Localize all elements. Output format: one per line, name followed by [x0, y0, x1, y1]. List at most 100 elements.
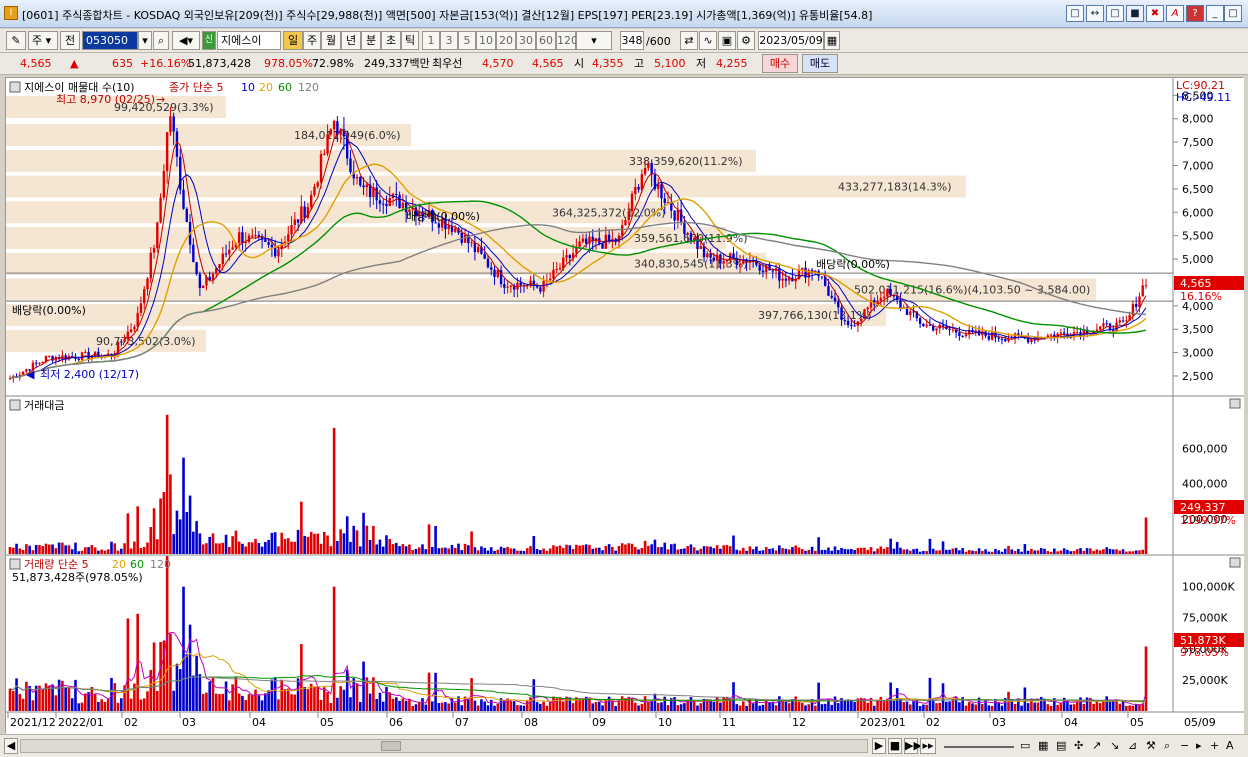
candle-body [496, 270, 499, 278]
market-select[interactable]: 주 ▾ [28, 31, 58, 50]
candle-body [48, 355, 51, 357]
scroll-left-icon[interactable]: ◀ [4, 738, 18, 754]
volume-pane-menu-icon[interactable] [9, 558, 21, 570]
stock-code-input[interactable]: 053050 [82, 31, 138, 50]
amount-bar [1138, 550, 1141, 554]
buy-button[interactable]: 매수 [762, 54, 798, 73]
volume-bar [1026, 703, 1030, 711]
speaker-icon[interactable]: ◀▾ [172, 31, 200, 50]
pin-icon[interactable]: ■ [1126, 5, 1144, 22]
fibonacci-icon[interactable]: ⊿ [1128, 738, 1137, 754]
volume-bar [11, 691, 15, 711]
zoom-slider[interactable] [944, 742, 1014, 748]
pen-icon[interactable]: ✎ [6, 31, 26, 50]
pane-menu-icon[interactable] [9, 81, 21, 93]
x-axis-label: 02 [926, 716, 940, 729]
fast-forward-icon[interactable]: ▶▶ [904, 738, 922, 754]
candle-body [1102, 323, 1105, 327]
amount-bar [159, 498, 162, 554]
volume-bar [525, 700, 529, 711]
settings-icon[interactable]: ⚙ [737, 31, 755, 50]
search-icon[interactable]: ⌕ [153, 31, 169, 50]
calendar-icon[interactable]: ▦ [824, 31, 840, 50]
volume-bar [290, 694, 293, 711]
help-icon[interactable]: ? [1186, 5, 1204, 22]
volume-bar [381, 701, 385, 711]
data-count-input[interactable]: 348 [620, 31, 644, 50]
font-icon[interactable]: A [1166, 5, 1184, 22]
layout-icon[interactable]: ▭ [1020, 738, 1030, 754]
amount-pane-menu-icon[interactable] [9, 399, 21, 411]
interval-1[interactable]: 1 [422, 31, 440, 50]
period-minute-tab[interactable]: 분 [361, 31, 381, 50]
interval-120[interactable]: 120 [556, 31, 578, 50]
volume-profile-label: 338,359,620(11.2%) [629, 155, 743, 168]
period-month-tab[interactable]: 월 [321, 31, 341, 50]
refresh-icon[interactable]: ⇄ [680, 31, 698, 50]
amount-pane-close-icon[interactable] [1229, 398, 1241, 409]
tools-icon[interactable]: ⚒ [1146, 738, 1156, 754]
volume-pane-close-icon[interactable] [1229, 557, 1241, 568]
indicator-icon[interactable]: ∿ [699, 31, 717, 50]
amount-bar [178, 519, 182, 554]
amount-bar [990, 551, 994, 554]
interval-10[interactable]: 10 [476, 31, 496, 50]
window-tile-icon[interactable]: □ [1106, 5, 1124, 22]
volume-bar [142, 698, 146, 711]
sell-button[interactable]: 매도 [802, 54, 838, 73]
maximize-button[interactable]: □ [1224, 5, 1242, 22]
toolbar: ✎ 주 ▾ 전 053050 ▾ ⌕ ◀▾ 신 지에스이 일 주 월 년 분 초… [0, 29, 1248, 53]
split-icon[interactable]: ▤ [1056, 738, 1066, 754]
scroll-track[interactable] [20, 739, 868, 753]
step-icon[interactable]: ▸▸ [920, 738, 936, 754]
amount-bar [51, 544, 54, 554]
period-day-tab[interactable]: 일 [283, 31, 303, 50]
link-icon[interactable]: ↔ [1086, 5, 1104, 22]
scroll-thumb[interactable] [381, 741, 401, 751]
interval-3[interactable]: 3 [440, 31, 458, 50]
period-week-tab[interactable]: 주 [303, 31, 321, 50]
interval-custom-select[interactable]: ▾ [576, 31, 612, 50]
volume-bar [427, 672, 431, 711]
amount-bar [70, 549, 74, 554]
cross-icon[interactable]: ✣ [1074, 738, 1083, 754]
interval-60[interactable]: 60 [536, 31, 556, 50]
draw-trend-icon[interactable]: ↘ [1110, 738, 1119, 754]
period-year-tab[interactable]: 년 [341, 31, 361, 50]
date-input[interactable]: 2023/05/09 [758, 31, 824, 50]
draw-line-icon[interactable]: ↗ [1092, 738, 1101, 754]
stop-icon[interactable]: ■ [888, 738, 902, 754]
amount-bar [948, 549, 951, 554]
price-tick-label: 6,000 [1182, 206, 1214, 219]
play-icon[interactable]: ▶ [872, 738, 886, 754]
candle-body [365, 184, 369, 188]
code-dropdown-icon[interactable]: ▾ [138, 31, 152, 50]
volume-bar [64, 687, 67, 711]
font-size-icon[interactable]: A [1226, 738, 1234, 754]
volume-bar [1144, 646, 1148, 711]
amount-bar [142, 546, 146, 554]
zoom-icon[interactable]: ⌕ [1164, 738, 1170, 754]
volume-bar [133, 683, 136, 711]
zoom-out-icon[interactable]: − [1180, 738, 1189, 754]
quote-bar: 4,565 ▲ 635 +16.16% 51,873,428 978.05% 7… [0, 53, 1248, 75]
volume-bar [18, 693, 22, 711]
close-all-icon[interactable]: ✖ [1146, 5, 1164, 22]
period-tick-tab[interactable]: 틱 [401, 31, 419, 50]
restore-layout-icon[interactable]: □ [1066, 5, 1084, 22]
period-second-tab[interactable]: 초 [381, 31, 401, 50]
interval-5[interactable]: 5 [458, 31, 476, 50]
chart-area[interactable]: 99,420,529(3.3%) 184,011,949(6.0%) 338,359… [5, 77, 1244, 734]
save-icon[interactable]: ▣ [718, 31, 736, 50]
volume-bar [787, 703, 791, 711]
grid-icon[interactable]: ▦ [1038, 738, 1048, 754]
interval-20[interactable]: 20 [496, 31, 516, 50]
zoom-reset-icon[interactable]: ▸ [1196, 738, 1202, 754]
chart-canvas[interactable]: 99,420,529(3.3%)184,011,949(6.0%)338,359… [6, 78, 1244, 734]
interval-30[interactable]: 30 [516, 31, 536, 50]
x-axis-label: 07 [455, 716, 469, 729]
candle-body [584, 238, 588, 244]
zoom-in-icon[interactable]: + [1210, 738, 1219, 754]
all-button[interactable]: 전 [60, 31, 80, 50]
minimize-button[interactable]: _ [1206, 5, 1224, 22]
